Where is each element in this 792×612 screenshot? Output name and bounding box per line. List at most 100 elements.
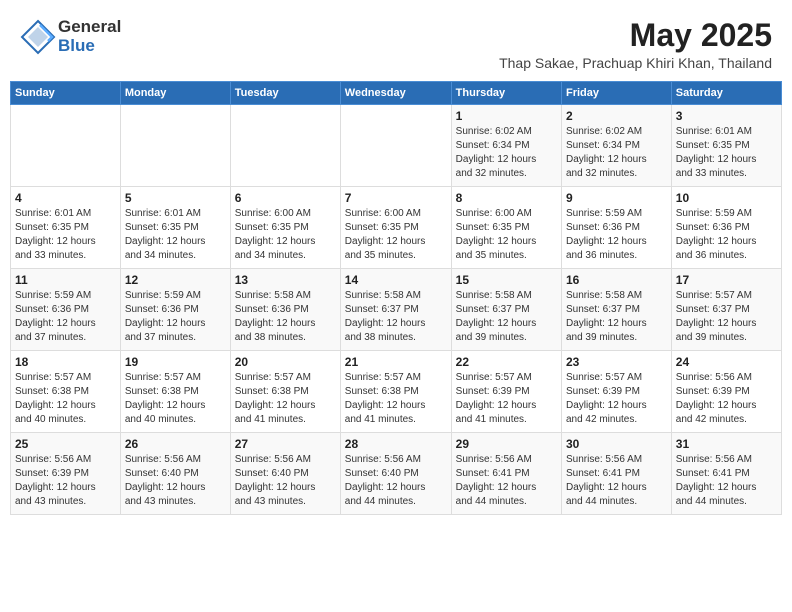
day-number: 31 [676, 437, 777, 451]
calendar-cell: 24 Sunrise: 5:56 AM Sunset: 6:39 PM Dayli… [671, 351, 781, 433]
day-number: 6 [235, 191, 336, 205]
calendar-cell: 16 Sunrise: 5:58 AM Sunset: 6:37 PM Dayli… [561, 269, 671, 351]
weekday-header: Wednesday [340, 82, 451, 105]
day-info: Sunrise: 6:02 AM Sunset: 6:34 PM Dayligh… [566, 125, 667, 181]
day-number: 12 [125, 273, 226, 287]
logo-blue-label: Blue [58, 37, 121, 56]
calendar-cell: 25Sunrise: 5:56 AM Sunset: 6:39 PM Dayli… [11, 433, 121, 515]
day-info: Sunrise: 6:00 AM Sunset: 6:35 PM Dayligh… [235, 207, 336, 263]
calendar-week-row: 25Sunrise: 5:56 AM Sunset: 6:39 PM Dayli… [11, 433, 782, 515]
day-number: 9 [566, 191, 667, 205]
day-number: 10 [676, 191, 777, 205]
calendar-cell: 28Sunrise: 5:56 AM Sunset: 6:40 PM Dayli… [340, 433, 451, 515]
day-number: 5 [125, 191, 226, 205]
calendar-cell: 27 Sunrise: 5:56 AM Sunset: 6:40 PM Dayli… [230, 433, 340, 515]
calendar-cell: 6 Sunrise: 6:00 AM Sunset: 6:35 PM Daylig… [230, 187, 340, 269]
day-number: 18 [15, 355, 116, 369]
day-info: Sunrise: 5:59 AM Sunset: 6:36 PM Dayligh… [676, 207, 777, 263]
calendar-cell: 14 Sunrise: 5:58 AM Sunset: 6:37 PM Dayli… [340, 269, 451, 351]
title-block: May 2025 Thap Sakae, Prachuap Khiri Khan… [499, 18, 772, 71]
calendar-cell: 29Sunrise: 5:56 AM Sunset: 6:41 PM Dayli… [451, 433, 561, 515]
weekday-header: Saturday [671, 82, 781, 105]
calendar-cell: 8 Sunrise: 6:00 AM Sunset: 6:35 PM Daylig… [451, 187, 561, 269]
location-title: Thap Sakae, Prachuap Khiri Khan, Thailan… [499, 55, 772, 71]
day-number: 13 [235, 273, 336, 287]
day-number: 8 [456, 191, 557, 205]
day-info: Sunrise: 5:58 AM Sunset: 6:37 PM Dayligh… [566, 289, 667, 345]
day-number: 22 [456, 355, 557, 369]
day-number: 16 [566, 273, 667, 287]
day-number: 23 [566, 355, 667, 369]
weekday-header: Tuesday [230, 82, 340, 105]
day-info: Sunrise: 5:56 AM Sunset: 6:41 PM Dayligh… [566, 453, 667, 509]
day-number: 7 [345, 191, 447, 205]
day-info: Sunrise: 5:57 AM Sunset: 6:39 PM Dayligh… [456, 371, 557, 427]
calendar-cell: 7 Sunrise: 6:00 AM Sunset: 6:35 PM Daylig… [340, 187, 451, 269]
day-number: 15 [456, 273, 557, 287]
calendar-cell: 2 Sunrise: 6:02 AM Sunset: 6:34 PM Daylig… [561, 105, 671, 187]
day-info: Sunrise: 5:59 AM Sunset: 6:36 PM Dayligh… [566, 207, 667, 263]
day-info: Sunrise: 6:01 AM Sunset: 6:35 PM Dayligh… [15, 207, 116, 263]
calendar-cell: 22 Sunrise: 5:57 AM Sunset: 6:39 PM Dayli… [451, 351, 561, 433]
day-number: 19 [125, 355, 226, 369]
calendar-cell: 1Sunrise: 6:02 AM Sunset: 6:34 PM Daylig… [451, 105, 561, 187]
day-number: 11 [15, 273, 116, 287]
day-info: Sunrise: 5:57 AM Sunset: 6:38 PM Dayligh… [345, 371, 447, 427]
calendar-header-row: SundayMondayTuesdayWednesdayThursdayFrid… [11, 82, 782, 105]
calendar-cell: 11 Sunrise: 5:59 AM Sunset: 6:36 PM Dayli… [11, 269, 121, 351]
day-info: Sunrise: 5:57 AM Sunset: 6:38 PM Dayligh… [15, 371, 116, 427]
calendar-cell: 13 Sunrise: 5:58 AM Sunset: 6:36 PM Dayli… [230, 269, 340, 351]
day-info: Sunrise: 5:56 AM Sunset: 6:40 PM Dayligh… [235, 453, 336, 509]
day-info: Sunrise: 5:59 AM Sunset: 6:36 PM Dayligh… [15, 289, 116, 345]
calendar-cell [230, 105, 340, 187]
calendar-week-row: 11 Sunrise: 5:59 AM Sunset: 6:36 PM Dayli… [11, 269, 782, 351]
day-info: Sunrise: 6:00 AM Sunset: 6:35 PM Dayligh… [345, 207, 447, 263]
day-info: Sunrise: 6:00 AM Sunset: 6:35 PM Dayligh… [456, 207, 557, 263]
day-info: Sunrise: 5:56 AM Sunset: 6:39 PM Dayligh… [676, 371, 777, 427]
day-number: 1 [456, 109, 557, 123]
calendar-cell [120, 105, 230, 187]
calendar-cell: 18 Sunrise: 5:57 AM Sunset: 6:38 PM Dayli… [11, 351, 121, 433]
calendar-cell: 20Sunrise: 5:57 AM Sunset: 6:38 PM Dayli… [230, 351, 340, 433]
day-number: 21 [345, 355, 447, 369]
calendar-cell: 3 Sunrise: 6:01 AM Sunset: 6:35 PM Daylig… [671, 105, 781, 187]
day-number: 14 [345, 273, 447, 287]
logo-text: General Blue [58, 18, 121, 55]
page-header: General Blue May 2025 Thap Sakae, Prachu… [10, 10, 782, 75]
day-info: Sunrise: 5:59 AM Sunset: 6:36 PM Dayligh… [125, 289, 226, 345]
weekday-header: Friday [561, 82, 671, 105]
weekday-header: Sunday [11, 82, 121, 105]
day-number: 29 [456, 437, 557, 451]
weekday-header: Monday [120, 82, 230, 105]
calendar-cell: 26Sunrise: 5:56 AM Sunset: 6:40 PM Dayli… [120, 433, 230, 515]
day-number: 20 [235, 355, 336, 369]
day-info: Sunrise: 5:57 AM Sunset: 6:39 PM Dayligh… [566, 371, 667, 427]
calendar-cell: 17 Sunrise: 5:57 AM Sunset: 6:37 PM Dayli… [671, 269, 781, 351]
day-number: 26 [125, 437, 226, 451]
calendar-cell: 5 Sunrise: 6:01 AM Sunset: 6:35 PM Daylig… [120, 187, 230, 269]
day-number: 30 [566, 437, 667, 451]
day-info: Sunrise: 5:57 AM Sunset: 6:37 PM Dayligh… [676, 289, 777, 345]
logo-general-label: General [58, 18, 121, 37]
calendar-cell: 19Sunrise: 5:57 AM Sunset: 6:38 PM Dayli… [120, 351, 230, 433]
day-number: 24 [676, 355, 777, 369]
calendar-cell: 12 Sunrise: 5:59 AM Sunset: 6:36 PM Dayli… [120, 269, 230, 351]
day-number: 17 [676, 273, 777, 287]
day-info: Sunrise: 5:58 AM Sunset: 6:37 PM Dayligh… [345, 289, 447, 345]
calendar-table: SundayMondayTuesdayWednesdayThursdayFrid… [10, 81, 782, 515]
calendar-week-row: 18 Sunrise: 5:57 AM Sunset: 6:38 PM Dayli… [11, 351, 782, 433]
logo: General Blue [20, 18, 121, 55]
calendar-cell [11, 105, 121, 187]
month-title: May 2025 [499, 18, 772, 53]
day-number: 27 [235, 437, 336, 451]
calendar-cell: 10 Sunrise: 5:59 AM Sunset: 6:36 PM Dayli… [671, 187, 781, 269]
day-number: 3 [676, 109, 777, 123]
calendar-cell: 21 Sunrise: 5:57 AM Sunset: 6:38 PM Dayli… [340, 351, 451, 433]
day-info: Sunrise: 6:01 AM Sunset: 6:35 PM Dayligh… [676, 125, 777, 181]
day-info: Sunrise: 5:56 AM Sunset: 6:41 PM Dayligh… [676, 453, 777, 509]
day-number: 2 [566, 109, 667, 123]
calendar-cell: 4 Sunrise: 6:01 AM Sunset: 6:35 PM Daylig… [11, 187, 121, 269]
day-info: Sunrise: 6:01 AM Sunset: 6:35 PM Dayligh… [125, 207, 226, 263]
day-info: Sunrise: 5:58 AM Sunset: 6:36 PM Dayligh… [235, 289, 336, 345]
day-number: 4 [15, 191, 116, 205]
